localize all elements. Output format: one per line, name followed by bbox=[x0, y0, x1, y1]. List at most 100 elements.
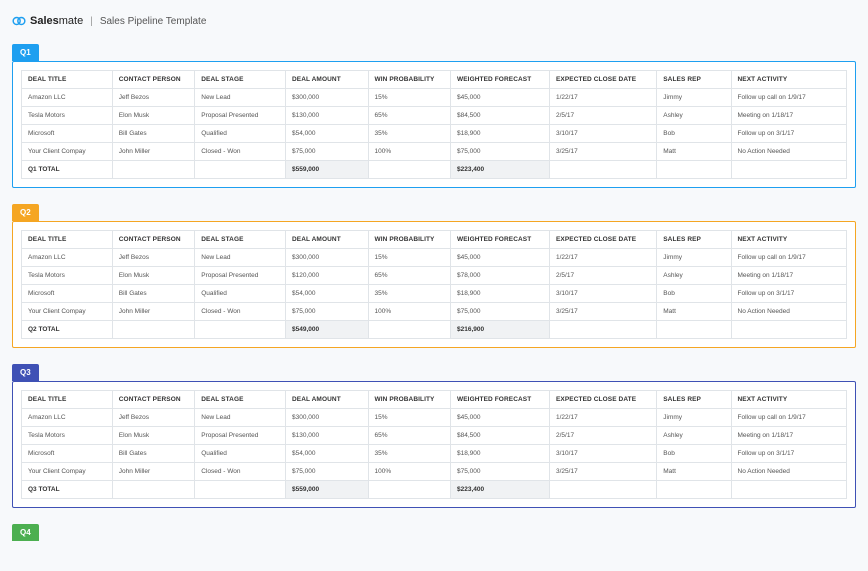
column-header: NEXT ACTIVITY bbox=[731, 231, 847, 249]
table-cell: 3/25/17 bbox=[550, 143, 657, 161]
column-header: DEAL TITLE bbox=[22, 71, 113, 89]
table-row[interactable]: Amazon LLCJeff BezosNew Lead$300,00015%$… bbox=[22, 89, 847, 107]
table-cell: 15% bbox=[368, 89, 451, 107]
table-cell: Elon Musk bbox=[112, 107, 195, 125]
empty-cell bbox=[368, 481, 451, 499]
quarter-tab-q2[interactable]: Q2 bbox=[12, 204, 39, 221]
column-header: DEAL TITLE bbox=[22, 231, 113, 249]
table-row[interactable]: Your Client CompayJohn MillerClosed - Wo… bbox=[22, 303, 847, 321]
table-cell: Your Client Compay bbox=[22, 463, 113, 481]
table-cell: 2/5/17 bbox=[550, 427, 657, 445]
quarter-tab-q3[interactable]: Q3 bbox=[12, 364, 39, 381]
total-cell: Q1 TOTAL bbox=[22, 161, 113, 179]
table-cell: 35% bbox=[368, 285, 451, 303]
table-cell: 65% bbox=[368, 427, 451, 445]
table-cell: Your Client Compay bbox=[22, 143, 113, 161]
total-cell: $549,000 bbox=[286, 321, 369, 339]
table-cell: $300,000 bbox=[286, 89, 369, 107]
table-cell: Bill Gates bbox=[112, 285, 195, 303]
table-cell: $54,000 bbox=[286, 285, 369, 303]
table-cell: $120,000 bbox=[286, 267, 369, 285]
table-cell: Jeff Bezos bbox=[112, 249, 195, 267]
table-cell: $300,000 bbox=[286, 409, 369, 427]
total-cell: $223,400 bbox=[451, 481, 550, 499]
empty-cell bbox=[368, 321, 451, 339]
table-cell: 3/25/17 bbox=[550, 463, 657, 481]
table-cell: $54,000 bbox=[286, 125, 369, 143]
table-cell: Ashley bbox=[657, 427, 731, 445]
table-cell: 65% bbox=[368, 107, 451, 125]
total-cell: $216,900 bbox=[451, 321, 550, 339]
table-cell: Follow up call on 1/9/17 bbox=[731, 249, 847, 267]
total-cell: $559,000 bbox=[286, 481, 369, 499]
table-cell: $75,000 bbox=[286, 303, 369, 321]
table-cell: Jeff Bezos bbox=[112, 89, 195, 107]
table-cell: Jeff Bezos bbox=[112, 409, 195, 427]
table-cell: $75,000 bbox=[451, 303, 550, 321]
table-cell: New Lead bbox=[195, 89, 286, 107]
quarter-block-q1: Q1 DEAL TITLECONTACT PERSONDEAL STAGEDEAL… bbox=[12, 44, 856, 188]
table-row[interactable]: MicrosoftBill GatesQualified$54,00035%$1… bbox=[22, 125, 847, 143]
table-cell: Tesla Motors bbox=[22, 267, 113, 285]
table-cell: New Lead bbox=[195, 249, 286, 267]
table-row[interactable]: Amazon LLCJeff BezosNew Lead$300,00015%$… bbox=[22, 249, 847, 267]
total-row: Q3 TOTAL $559,000 $223,400 bbox=[22, 481, 847, 499]
table-cell: $45,000 bbox=[451, 249, 550, 267]
total-cell: Q3 TOTAL bbox=[22, 481, 113, 499]
table-row[interactable]: Tesla MotorsElon MuskProposal Presented$… bbox=[22, 267, 847, 285]
table-row[interactable]: Amazon LLCJeff BezosNew Lead$300,00015%$… bbox=[22, 409, 847, 427]
table-cell: Proposal Presented bbox=[195, 267, 286, 285]
column-header: CONTACT PERSON bbox=[112, 71, 195, 89]
total-cell: $223,400 bbox=[451, 161, 550, 179]
empty-cell bbox=[195, 161, 286, 179]
table-cell: Tesla Motors bbox=[22, 107, 113, 125]
table-cell: New Lead bbox=[195, 409, 286, 427]
total-row: Q1 TOTAL $559,000 $223,400 bbox=[22, 161, 847, 179]
salesmate-logo-icon bbox=[12, 14, 26, 28]
table-row[interactable]: Your Client CompayJohn MillerClosed - Wo… bbox=[22, 463, 847, 481]
table-row[interactable]: Tesla MotorsElon MuskProposal Presented$… bbox=[22, 427, 847, 445]
empty-cell bbox=[550, 321, 657, 339]
brand-name: Salesmate bbox=[30, 15, 83, 27]
table-cell: Matt bbox=[657, 303, 731, 321]
table-cell: Follow up on 3/1/17 bbox=[731, 285, 847, 303]
table-cell: No Action Needed bbox=[731, 303, 847, 321]
table-cell: Qualified bbox=[195, 285, 286, 303]
table-row[interactable]: Your Client CompayJohn MillerClosed - Wo… bbox=[22, 143, 847, 161]
column-header: WEIGHTED FORECAST bbox=[451, 231, 550, 249]
column-header: EXPECTED CLOSE DATE bbox=[550, 231, 657, 249]
table-cell: Closed - Won bbox=[195, 143, 286, 161]
quarter-tab-q4[interactable]: Q4 bbox=[12, 524, 39, 541]
empty-cell bbox=[657, 161, 731, 179]
empty-cell bbox=[731, 161, 847, 179]
table-cell: 100% bbox=[368, 303, 451, 321]
table-cell: $18,900 bbox=[451, 125, 550, 143]
column-header: CONTACT PERSON bbox=[112, 391, 195, 409]
table-header-row: DEAL TITLECONTACT PERSONDEAL STAGEDEAL A… bbox=[22, 71, 847, 89]
table-row[interactable]: MicrosoftBill GatesQualified$54,00035%$1… bbox=[22, 285, 847, 303]
table-cell: Jimmy bbox=[657, 89, 731, 107]
empty-cell bbox=[112, 161, 195, 179]
table-cell: 35% bbox=[368, 125, 451, 143]
table-header-row: DEAL TITLECONTACT PERSONDEAL STAGEDEAL A… bbox=[22, 231, 847, 249]
column-header: WIN PROBABILITY bbox=[368, 391, 451, 409]
total-cell: $559,000 bbox=[286, 161, 369, 179]
table-cell: Ashley bbox=[657, 267, 731, 285]
table-cell: $84,500 bbox=[451, 427, 550, 445]
table-cell: 3/25/17 bbox=[550, 303, 657, 321]
quarter-block-q2: Q2 DEAL TITLECONTACT PERSONDEAL STAGEDEAL… bbox=[12, 204, 856, 348]
title-divider: | bbox=[90, 16, 93, 27]
table-row[interactable]: MicrosoftBill GatesQualified$54,00035%$1… bbox=[22, 445, 847, 463]
table-cell: 65% bbox=[368, 267, 451, 285]
table-row[interactable]: Tesla MotorsElon MuskProposal Presented$… bbox=[22, 107, 847, 125]
column-header: WEIGHTED FORECAST bbox=[451, 391, 550, 409]
table-cell: 2/5/17 bbox=[550, 267, 657, 285]
column-header: WEIGHTED FORECAST bbox=[451, 71, 550, 89]
table-wrap: DEAL TITLECONTACT PERSONDEAL STAGEDEAL A… bbox=[12, 381, 856, 508]
page-header: Salesmate | Sales Pipeline Template bbox=[12, 14, 856, 28]
table-cell: Microsoft bbox=[22, 125, 113, 143]
column-header: DEAL STAGE bbox=[195, 391, 286, 409]
quarter-tab-q1[interactable]: Q1 bbox=[12, 44, 39, 61]
column-header: DEAL AMOUNT bbox=[286, 71, 369, 89]
table-cell: Closed - Won bbox=[195, 463, 286, 481]
